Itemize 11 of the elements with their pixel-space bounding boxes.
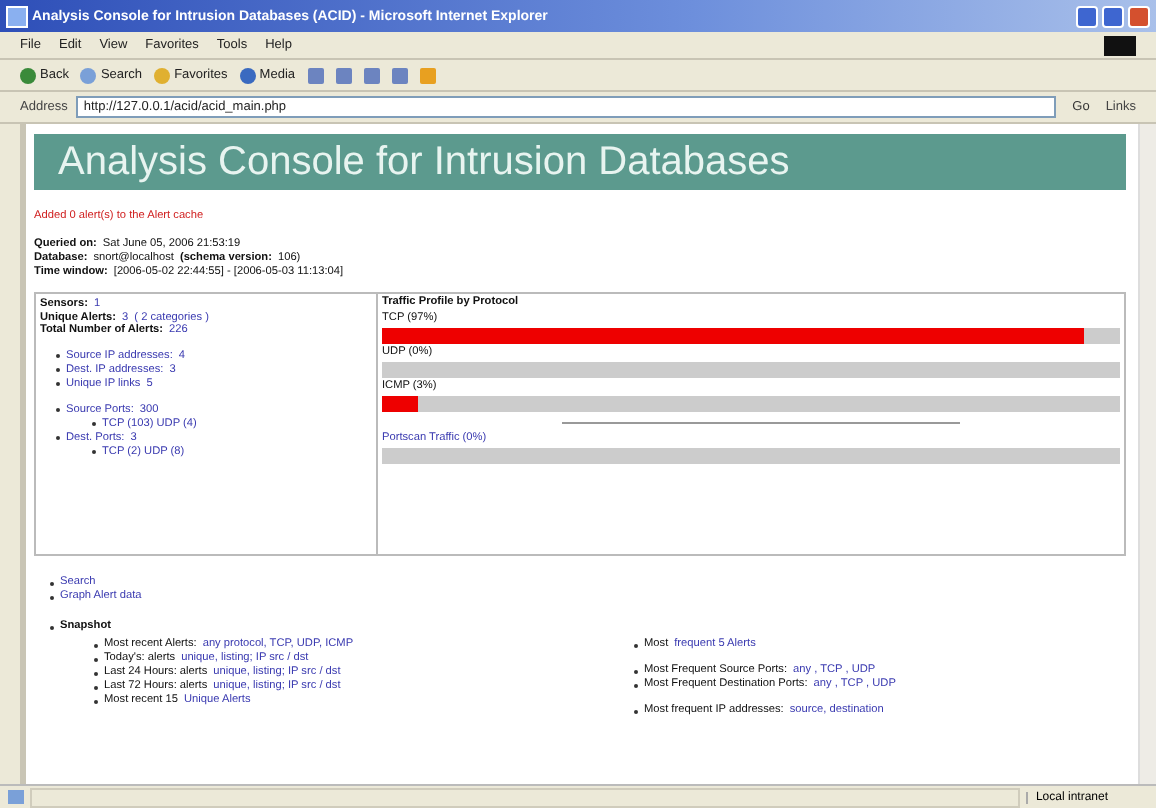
minimize-icon[interactable]	[1076, 5, 1098, 27]
close-icon[interactable]	[1128, 5, 1150, 27]
toolbar-icon	[20, 67, 36, 83]
toolbar-icon	[154, 67, 171, 83]
toolbar-icon	[80, 67, 97, 83]
browser-icon	[6, 5, 28, 27]
page-icon	[8, 790, 24, 804]
toolbar-icon	[239, 67, 256, 83]
maximize-icon[interactable]	[1102, 5, 1124, 27]
page-banner: Analysis Console for Intrusion Databases	[34, 134, 1126, 190]
scrollbar[interactable]	[1138, 124, 1156, 784]
